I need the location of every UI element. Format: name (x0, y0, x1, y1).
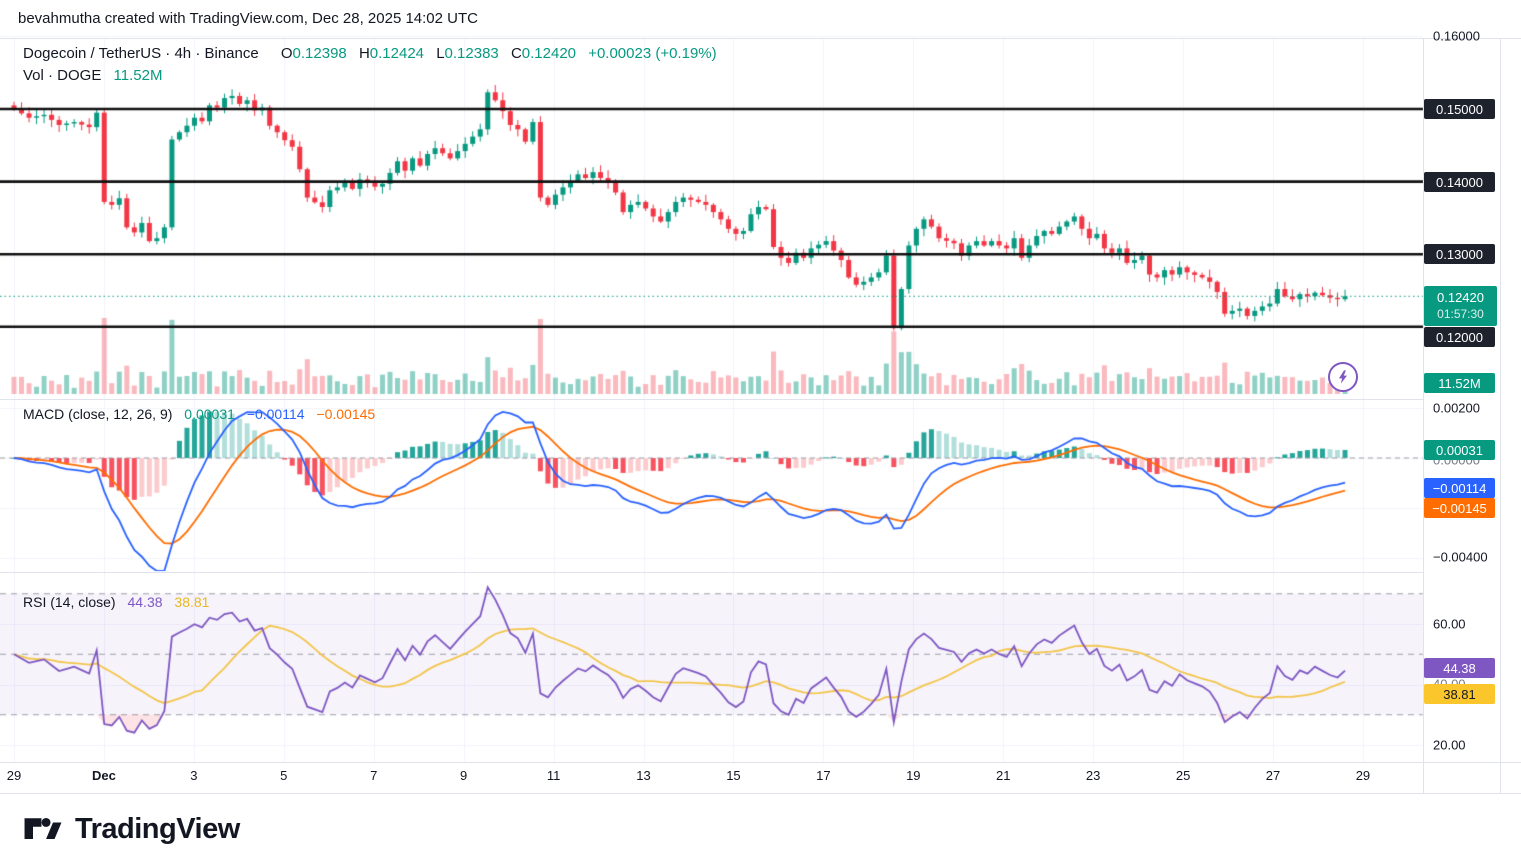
indicator-value-badge: 11.52M (1424, 373, 1495, 393)
header-divider (0, 38, 1521, 39)
price-level-badge: 0.13000 (1424, 244, 1495, 264)
indicator-value-badge: 0.00031 (1424, 440, 1495, 460)
tradingview-chart-page: bevahmutha created with TradingView.com,… (0, 0, 1521, 868)
tradingview-logo-icon (23, 810, 63, 848)
lightning-bolt-icon (1335, 369, 1351, 385)
rsi-pane-divider[interactable] (0, 572, 1423, 573)
price-level-badge: 0.15000 (1424, 99, 1495, 119)
x-tick-label: 29 (1356, 768, 1370, 783)
volume-legend: Vol · DOGE 11.52M (23, 67, 162, 84)
rsi-legend: RSI (14, close) 44.38 38.81 (23, 594, 209, 610)
x-tick-label: 13 (636, 768, 650, 783)
ohlc-low: L0.12383 (428, 45, 499, 62)
x-tick-label: 7 (370, 768, 377, 783)
rsi-title[interactable]: RSI (14, close) (23, 594, 116, 610)
macd-hist-value: 0.00031 (184, 406, 235, 422)
ohlc-high: H0.12424 (351, 45, 424, 62)
header-credit: bevahmutha created with TradingView.com,… (18, 10, 478, 27)
indicator-value-badge: 44.38 (1424, 658, 1495, 678)
current-price-badge: 0.1242001:57:30 (1424, 286, 1497, 326)
rsi-ma-value: 38.81 (174, 594, 209, 610)
x-tick-label: 29 (7, 768, 21, 783)
price-axis-divider (1423, 38, 1424, 793)
indicator-value-badge: −0.00114 (1424, 478, 1495, 498)
indicator-value-badge: −0.00145 (1424, 498, 1495, 518)
x-tick-label: 25 (1176, 768, 1190, 783)
x-tick-label: Dec (92, 768, 116, 783)
time-axis-divider (0, 762, 1521, 763)
y-axis-label: 0.16000 (1433, 29, 1480, 44)
x-tick-label: 21 (996, 768, 1010, 783)
tradingview-logo-text: TradingView (75, 813, 240, 846)
price-level-badge: 0.14000 (1424, 172, 1495, 192)
volume-label[interactable]: Vol · DOGE (23, 67, 101, 84)
volume-value: 11.52M (114, 67, 163, 84)
current-price-value: 0.12420 (1437, 290, 1484, 306)
x-tick-label: 17 (816, 768, 830, 783)
macd-legend: MACD (close, 12, 26, 9) 0.00031 −0.00114… (23, 406, 375, 422)
chart-bottom-border (0, 793, 1521, 794)
indicator-value-badge: 38.81 (1424, 684, 1495, 704)
x-tick-label: 11 (547, 768, 561, 783)
x-tick-label: 3 (190, 768, 197, 783)
lightning-bolt-button[interactable] (1328, 362, 1358, 392)
y-axis-label: 60.00 (1433, 617, 1466, 632)
x-tick-label: 9 (460, 768, 467, 783)
y-axis-label: 20.00 (1433, 738, 1466, 753)
right-edge-divider (1500, 38, 1501, 793)
macd-pane-divider[interactable] (0, 399, 1423, 400)
y-axis-label: −0.00400 (1433, 550, 1488, 565)
symbol-legend: Dogecoin / TetherUS · 4h · Binance O0.12… (23, 45, 717, 62)
macd-signal-value: −0.00145 (316, 406, 375, 422)
rsi-value: 44.38 (127, 594, 162, 610)
bar-countdown: 01:57:30 (1437, 307, 1484, 322)
x-tick-label: 15 (726, 768, 740, 783)
macd-line-value: −0.00114 (247, 406, 305, 422)
tradingview-logo[interactable]: TradingView (23, 810, 240, 848)
x-tick-label: 19 (906, 768, 920, 783)
x-tick-label: 5 (280, 768, 287, 783)
x-tick-label: 23 (1086, 768, 1100, 783)
price-level-badge: 0.12000 (1424, 327, 1495, 347)
price-change: +0.00023 (+0.19%) (588, 45, 716, 62)
price-chart-canvas[interactable] (0, 0, 1521, 868)
y-axis-label: 0.00200 (1433, 401, 1480, 416)
ohlc-close: C0.12420 (503, 45, 576, 62)
macd-title[interactable]: MACD (close, 12, 26, 9) (23, 406, 172, 422)
symbol-title[interactable]: Dogecoin / TetherUS · 4h · Binance (23, 45, 259, 62)
x-tick-label: 27 (1266, 768, 1280, 783)
ohlc-open: O0.12398 (273, 45, 347, 62)
